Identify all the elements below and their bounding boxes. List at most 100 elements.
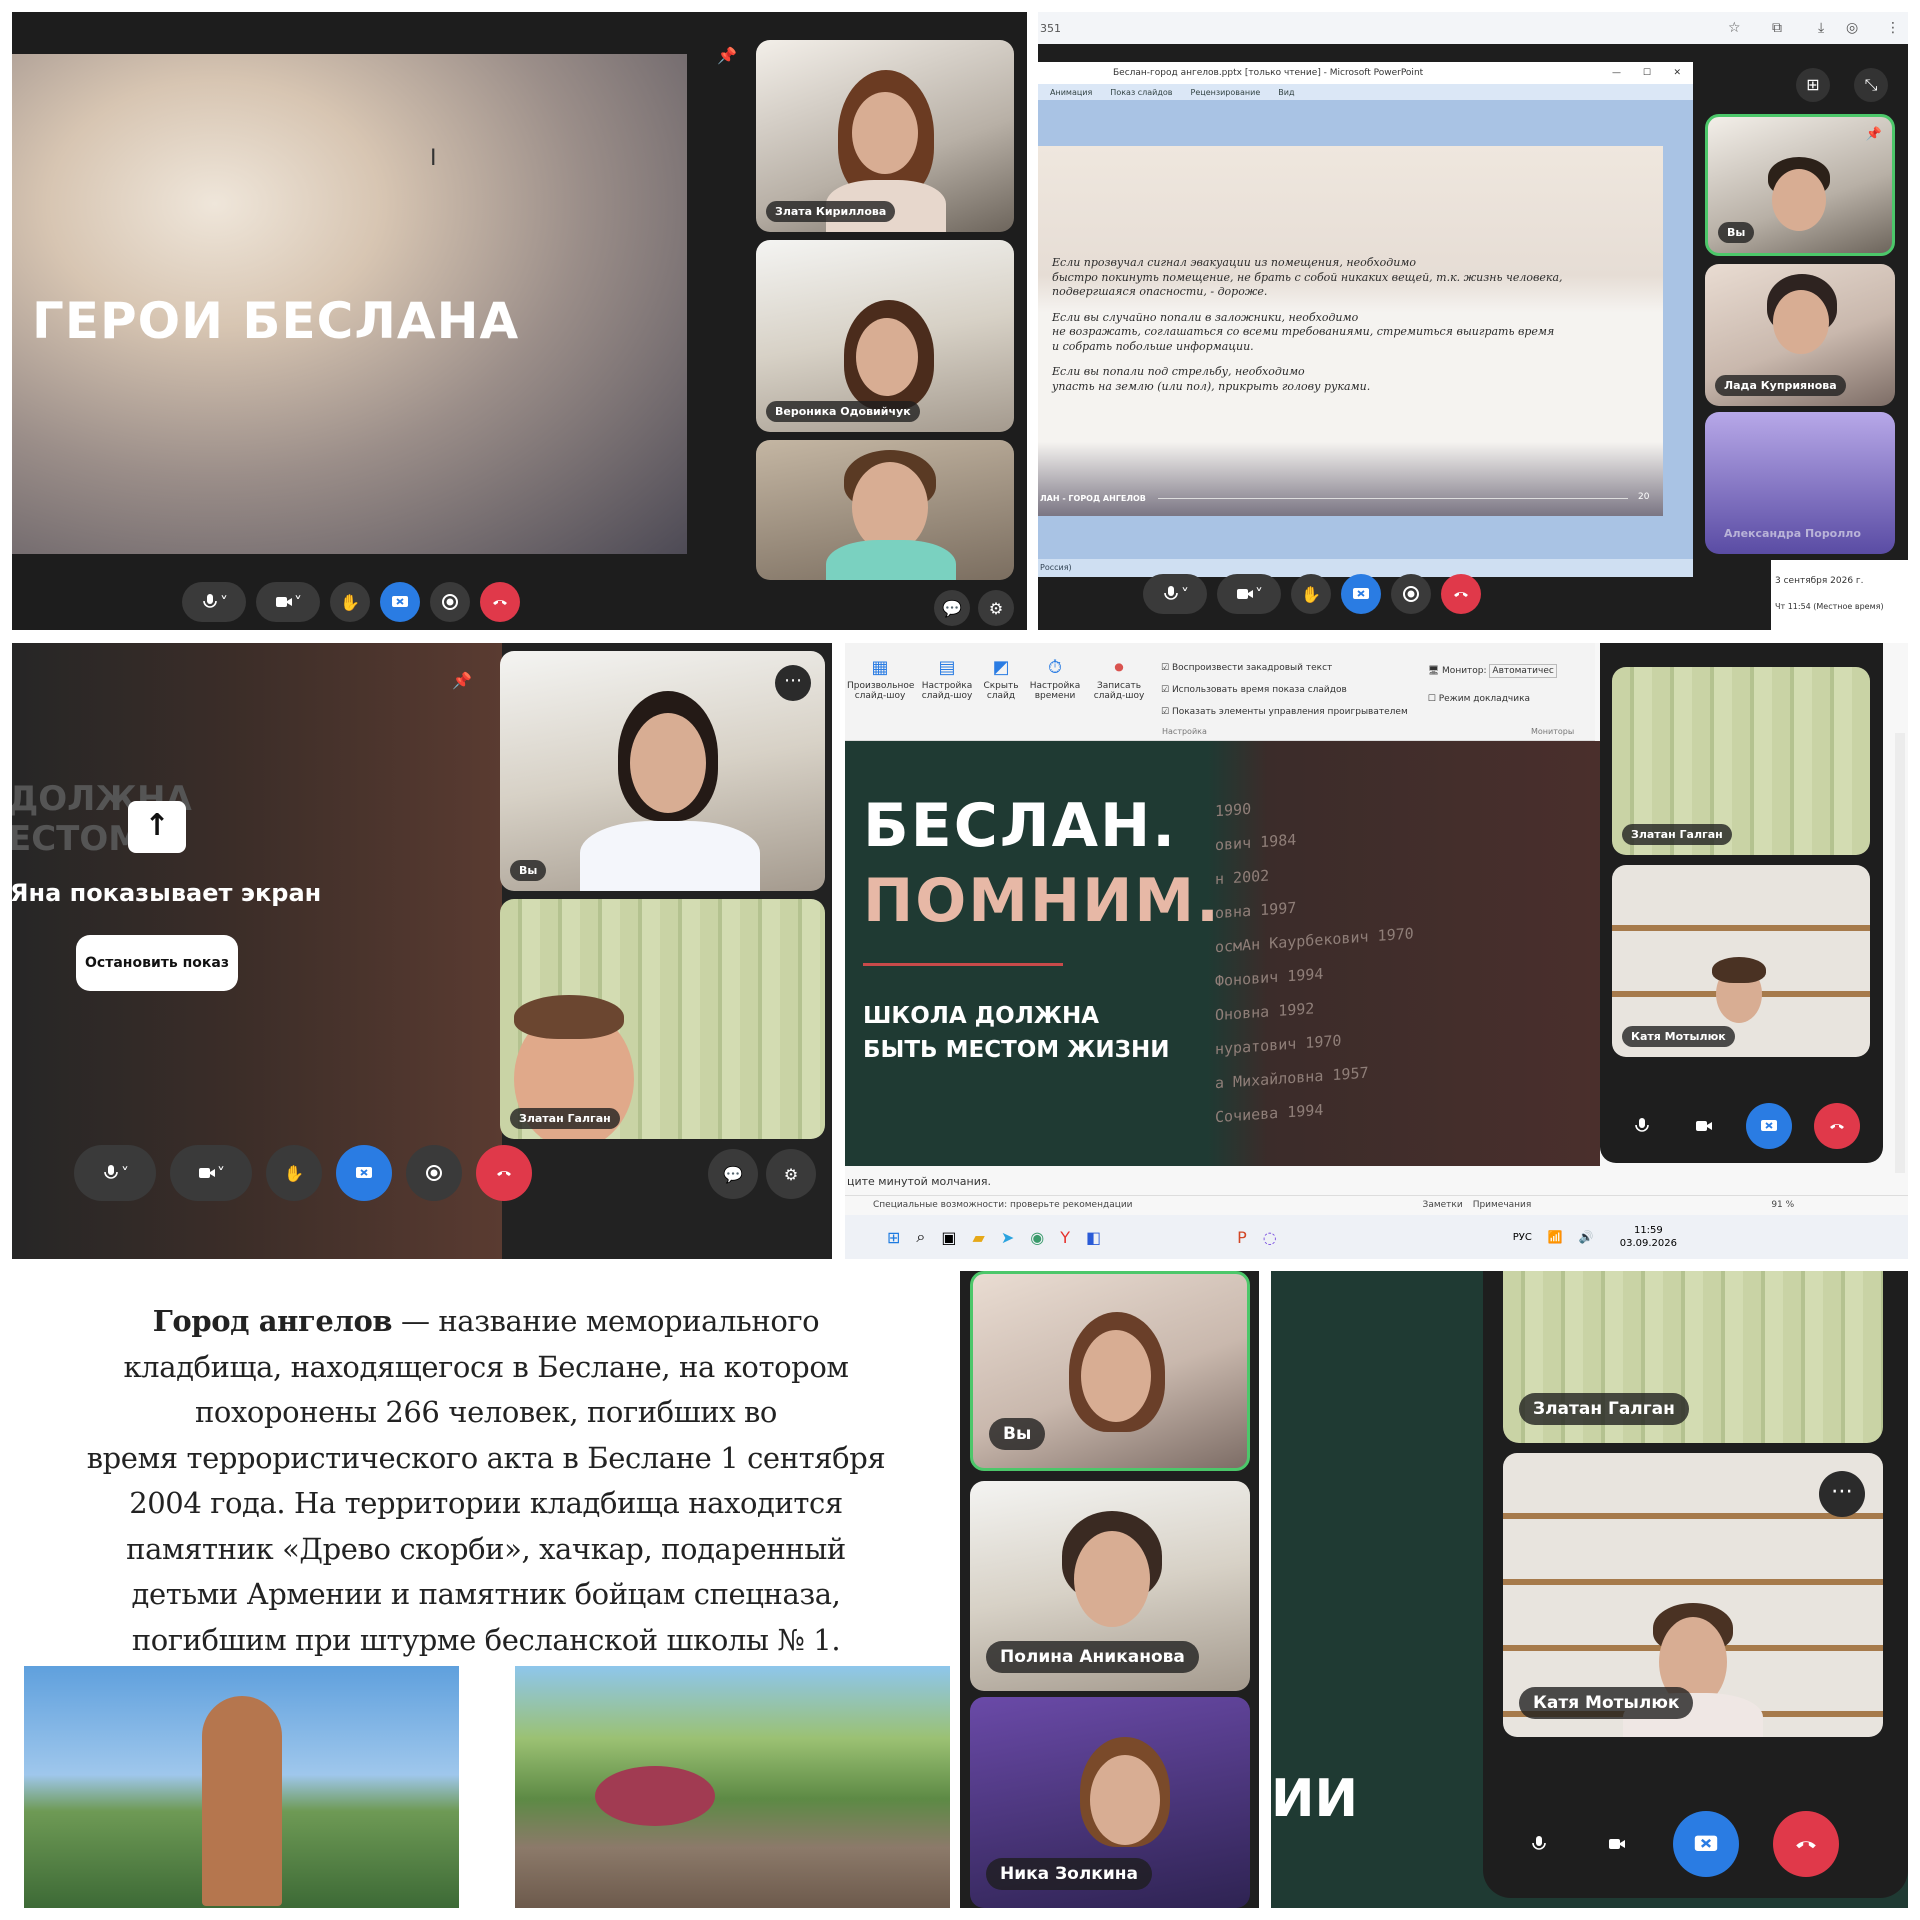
slide-line: не возражать, соглашаться со всеми требо… <box>1052 325 1555 338</box>
maximize-icon[interactable]: ☐ <box>1643 68 1651 78</box>
telegram-icon[interactable]: ➤ <box>1001 1228 1014 1247</box>
comments-button[interactable]: Примечания <box>1473 1200 1532 1210</box>
ribbon-checkbox[interactable]: ☑ Воспроизвести закадровый текст <box>1161 657 1408 679</box>
windows-start-icon[interactable]: ⊞ <box>887 1228 900 1247</box>
taskbar-clock[interactable]: 11:59 03.09.2026 <box>1620 1224 1677 1250</box>
settings-button[interactable]: ⚙ <box>766 1149 816 1199</box>
yandex-icon[interactable]: Y <box>1060 1228 1070 1247</box>
screen-share-button[interactable] <box>1341 574 1381 614</box>
panel-call-sidebar: ИИ Златан Галган ⋯ Катя Мотылюк <box>1271 1271 1908 1908</box>
browser-toolbar: 351 ☆ ⧉ ⤓ ◎ ⋮ <box>1038 12 1908 44</box>
microphone-button[interactable]: ˅ <box>1143 574 1207 614</box>
ribbon-item[interactable]: ⏱ Настройка времени <box>1029 657 1081 723</box>
volume-icon[interactable]: 🔊 <box>1579 1230 1594 1244</box>
minimize-view-icon[interactable]: ⤡ <box>1854 68 1888 102</box>
app-icon[interactable]: ◉ <box>1030 1228 1044 1247</box>
accessibility-status[interactable]: Специальные возможности: проверьте реком… <box>873 1200 1133 1210</box>
taskview-icon[interactable]: ▣ <box>941 1228 956 1247</box>
slide-line: быстро покинуть помещение, не брать с со… <box>1052 270 1563 284</box>
tab-review[interactable]: Рецензирование <box>1191 88 1261 97</box>
raise-hand-button[interactable]: ✋ <box>1291 574 1331 614</box>
ribbon-item[interactable]: ▦ Произвольное слайд-шоу <box>847 657 914 723</box>
slide-line: Если вы случайно попали в заложники, нео… <box>1052 310 1359 324</box>
call-controls: ˅ ˅ ✋ <box>74 1145 532 1201</box>
pin-icon[interactable]: 📌 <box>717 46 737 65</box>
screen-share-button[interactable] <box>336 1145 392 1201</box>
chat-button[interactable]: 💬 <box>708 1149 758 1199</box>
star-icon[interactable]: ☆ <box>1728 20 1741 36</box>
microphone-button[interactable]: ˅ <box>74 1145 156 1201</box>
camera-button[interactable] <box>1595 1822 1639 1866</box>
record-button[interactable] <box>406 1145 462 1201</box>
more-options-icon[interactable]: ⋯ <box>1819 1471 1865 1517</box>
ribbon-item[interactable]: ▤ Настройка слайд-шоу <box>921 657 973 723</box>
end-call-button[interactable] <box>1773 1811 1839 1877</box>
ribbon-item[interactable]: ⏺ Записать слайд-шоу <box>1089 657 1149 723</box>
call-sidebar: Златан Галган Катя Мотылюк <box>1600 643 1883 1163</box>
app-icon[interactable]: ◧ <box>1086 1228 1101 1247</box>
extensions-icon[interactable]: ⧉ <box>1772 20 1782 36</box>
screen-share-button[interactable] <box>380 582 420 622</box>
powerpoint-icon[interactable]: P <box>1237 1228 1247 1247</box>
record-button[interactable] <box>430 582 470 622</box>
camera-button[interactable] <box>1684 1106 1724 1146</box>
more-options-icon[interactable]: ⋯ <box>775 665 811 701</box>
screen-share-button[interactable] <box>1673 1811 1739 1877</box>
camera-button[interactable]: ˅ <box>1217 574 1281 614</box>
grid-view-icon[interactable]: ⊞ <box>1796 68 1830 102</box>
end-call-button[interactable] <box>1814 1103 1860 1149</box>
camera-button[interactable]: ˅ <box>170 1145 252 1201</box>
record-button[interactable] <box>1391 574 1431 614</box>
notes-button[interactable]: Заметки <box>1423 1200 1463 1210</box>
pin-icon[interactable]: 📌 <box>1866 127 1882 142</box>
tab-view[interactable]: Вид <box>1278 88 1294 97</box>
minimize-icon[interactable]: — <box>1612 68 1621 78</box>
chat-button[interactable]: 💬 <box>934 590 970 626</box>
pin-icon[interactable]: 📌 <box>452 671 472 690</box>
app-icon[interactable]: ◌ <box>1263 1228 1277 1247</box>
explorer-icon[interactable]: ▰ <box>973 1228 985 1247</box>
close-icon[interactable]: ✕ <box>1673 68 1681 78</box>
microphone-button[interactable] <box>1517 1822 1561 1866</box>
stop-sharing-button[interactable]: Остановить показ <box>76 935 238 991</box>
camera-button[interactable]: ˅ <box>256 582 320 622</box>
search-icon[interactable]: ⌕ <box>916 1227 925 1247</box>
wifi-icon[interactable]: 📶 <box>1548 1230 1563 1244</box>
tab-slideshow[interactable]: Показ слайдов <box>1110 88 1172 97</box>
ribbon-checkbox[interactable]: ☑ Показать элементы управления проигрыва… <box>1161 701 1408 723</box>
participant-name: Вы <box>510 860 547 881</box>
menu-icon[interactable]: ⋮ <box>1886 20 1900 36</box>
notes-pane[interactable]: ците минутой молчания. <box>845 1171 1595 1193</box>
raise-hand-button[interactable]: ✋ <box>330 582 370 622</box>
end-call-button[interactable] <box>476 1145 532 1201</box>
slide-title: ГЕРОИ БЕСЛАНА <box>32 292 520 350</box>
windows-taskbar: ⊞ ⌕ ▣ ▰ ➤ ◉ Y ◧ P ◌ РУС 📶 🔊 11:59 03.09.… <box>845 1215 1908 1259</box>
slide-title-line2: ПОМНИМ. <box>863 866 1221 936</box>
panel-call-heroes: ГЕРОИ БЕСЛАНА I 📌 Злата Кириллова Верони… <box>12 12 1027 630</box>
ribbon-item[interactable]: ◩ Скрыть слайд <box>981 657 1021 723</box>
monitor-select[interactable]: 🖥 Монитор: Автоматичес <box>1428 657 1557 685</box>
profile-icon[interactable]: ◎ <box>1846 20 1858 36</box>
microphone-button[interactable]: ˅ <box>182 582 246 622</box>
download-icon[interactable]: ⤓ <box>1818 20 1824 36</box>
raise-hand-button[interactable]: ✋ <box>266 1145 322 1201</box>
ribbon-checkbox[interactable]: ☑ Использовать время показа слайдов <box>1161 679 1408 701</box>
tooltip-date: 3 сентября 2026 г. <box>1775 576 1864 586</box>
presenter-checkbox[interactable]: ☐ Режим докладчика <box>1428 685 1557 713</box>
end-call-button[interactable] <box>1441 574 1481 614</box>
slide-line: подвергшаяся опасности, - дороже. <box>1052 285 1268 298</box>
slide-footer-line <box>1158 498 1628 499</box>
language-indicator[interactable]: РУС <box>1513 1232 1532 1243</box>
participant-name: Катя Мотылюк <box>1519 1687 1694 1719</box>
tab-animation[interactable]: Анимация <box>1050 88 1092 97</box>
window-title: Беслан-город ангелов.pptx [только чтение… <box>1113 68 1424 78</box>
screen-share-button[interactable] <box>1746 1103 1792 1149</box>
end-call-button[interactable] <box>480 582 520 622</box>
microphone-button[interactable] <box>1622 1106 1662 1146</box>
settings-button[interactable]: ⚙ <box>978 590 1014 626</box>
address-bar[interactable]: 351 <box>1040 22 1061 35</box>
slide-line: Если прозвучал сигнал эвакуации из помещ… <box>1052 256 1417 269</box>
sharing-status-label: Яна показывает экран <box>12 879 322 907</box>
vertical-scrollbar[interactable] <box>1895 733 1905 1173</box>
zoom-level[interactable]: 91 % <box>1771 1200 1794 1210</box>
